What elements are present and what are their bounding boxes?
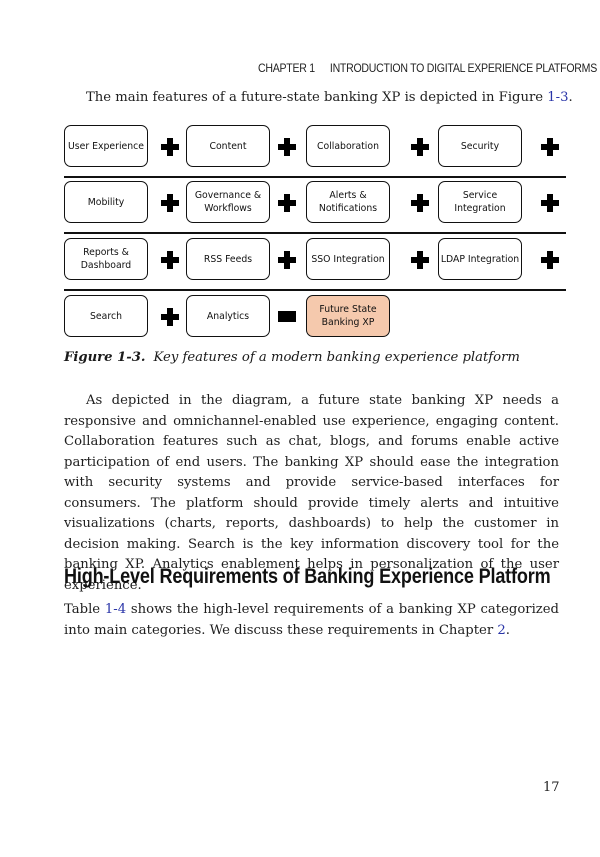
caption-text: Key features of a modern banking experie… [153,350,520,365]
row-divider [64,232,566,234]
feature-box: SSO Integration [306,238,390,280]
equals-icon [278,311,296,322]
plus-icon [541,194,559,212]
figure-caption: Figure 1-3. Key features of a modern bank… [64,350,520,365]
row-divider [64,176,566,178]
chapter-label: CHAPTER 1 [258,61,315,75]
intro-period: . [568,90,573,105]
plus-icon [161,194,179,212]
table-link[interactable]: 1-4 [105,602,126,617]
running-head: CHAPTER 1 INTRODUCTION TO DIGITAL EXPERI… [258,61,597,75]
row-divider [64,289,566,291]
body-paragraph-2: Table 1-4 shows the high-level requireme… [64,600,559,641]
plus-icon [541,138,559,156]
text-span: . [505,622,510,638]
intro-sentence: The main features of a future-state bank… [86,88,573,109]
figure-link[interactable]: 1-3 [547,90,568,105]
diagram-row: Mobility Governance & Workflows Alerts &… [64,180,574,227]
plus-icon [541,251,559,269]
intro-text: The main features of a future-state bank… [86,90,548,105]
plus-icon [278,251,296,269]
plus-icon [161,308,179,326]
diagram-row: User Experience Content Collaboration Se… [64,124,574,171]
section-heading: High-Level Requirements of Banking Exper… [64,565,551,588]
chapter-link[interactable]: 2 [497,623,505,638]
feature-box: User Experience [64,125,148,167]
feature-box: Governance & Workflows [186,181,270,223]
chapter-title: INTRODUCTION TO DIGITAL EXPERIENCE PLATF… [329,61,597,75]
feature-box: Analytics [186,295,270,337]
feature-box: Reports & Dashboard [64,238,148,280]
caption-label: Figure 1-3. [64,350,146,365]
feature-box: Security [438,125,522,167]
feature-box: Collaboration [306,125,390,167]
plus-icon [161,138,179,156]
plus-icon [411,251,429,269]
feature-box: Alerts & Notifications [306,181,390,223]
text-span: Table [64,602,105,617]
plus-icon [278,138,296,156]
feature-diagram: User Experience Content Collaboration Se… [64,124,574,344]
feature-box: LDAP Integration [438,238,522,280]
feature-box: Mobility [64,181,148,223]
feature-box: RSS Feeds [186,238,270,280]
feature-box: Service Integration [438,181,522,223]
page-number: 17 [543,780,560,795]
feature-box: Search [64,295,148,337]
diagram-row: Search Analytics Future State Banking XP [64,294,574,341]
diagram-row: Reports & Dashboard RSS Feeds SSO Integr… [64,237,574,284]
feature-box: Content [186,125,270,167]
paragraph-text: Table 1-4 shows the high-level requireme… [64,600,559,641]
text-span: shows the high-level requirements of a b… [64,602,559,638]
result-box: Future State Banking XP [306,295,390,337]
plus-icon [161,251,179,269]
plus-icon [411,138,429,156]
plus-icon [411,194,429,212]
plus-icon [278,194,296,212]
